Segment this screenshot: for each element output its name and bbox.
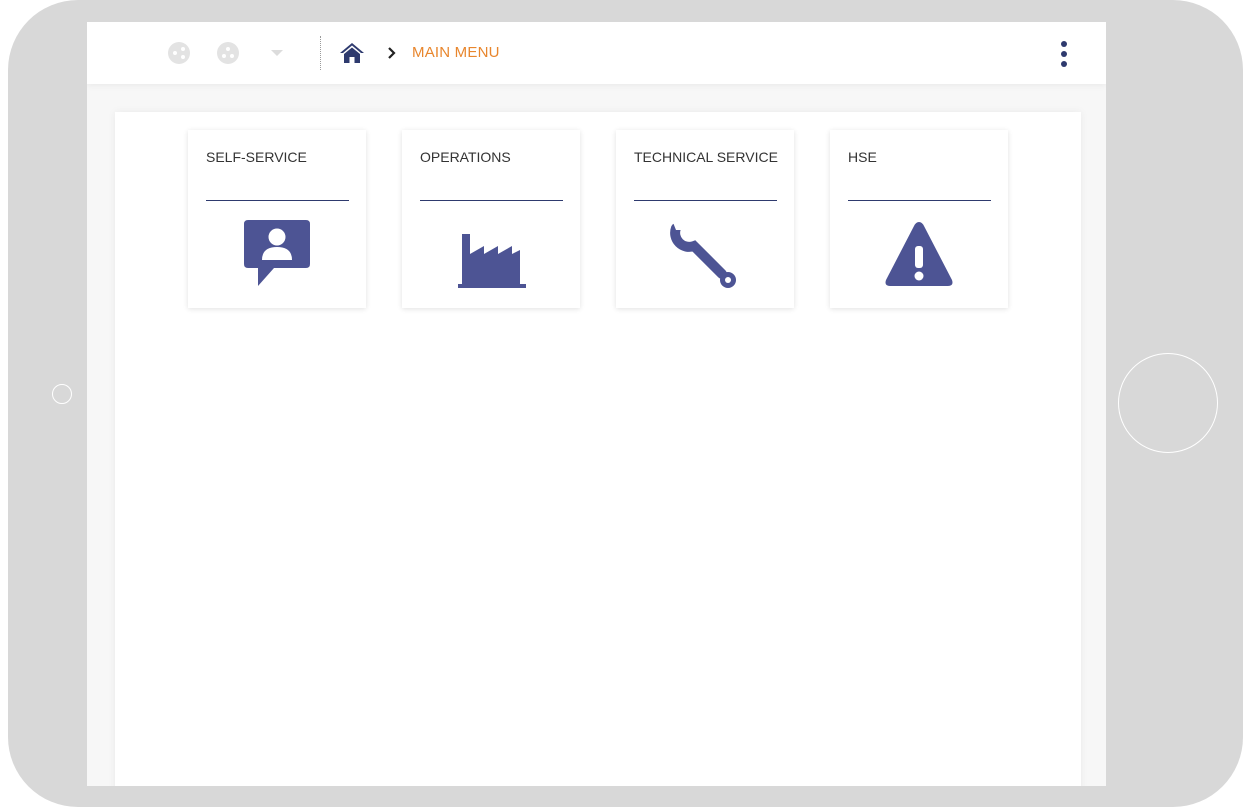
main-content: SELF-SERVICE OPERATIONS TECHNICAL SERVIC… <box>115 112 1081 786</box>
home-icon[interactable] <box>340 42 364 64</box>
divider <box>848 200 991 201</box>
tile-title: TECHNICAL SERVICE <box>634 149 778 165</box>
tile-operations[interactable]: OPERATIONS <box>402 130 580 308</box>
app-screen: MAIN MENU SELF-SERVICE OPERATIONS TECHNI… <box>87 22 1106 786</box>
tile-technical-service[interactable]: TECHNICAL SERVICE <box>616 130 794 308</box>
chevron-right-icon <box>388 47 396 59</box>
side-button <box>52 384 72 404</box>
tile-hse[interactable]: HSE <box>830 130 1008 308</box>
wrench-icon <box>670 220 736 288</box>
caret-down-icon[interactable] <box>271 50 283 56</box>
settings-icon[interactable] <box>217 42 239 64</box>
tile-self-service[interactable]: SELF-SERVICE <box>188 130 366 308</box>
home-button[interactable] <box>1118 353 1218 453</box>
factory-icon <box>458 234 526 288</box>
kebab-menu-icon[interactable] <box>1057 40 1071 68</box>
warning-icon <box>885 222 953 286</box>
divider <box>634 200 777 201</box>
tile-title: OPERATIONS <box>420 149 511 165</box>
breadcrumb-current[interactable]: MAIN MENU <box>412 44 500 61</box>
tablet-frame: MAIN MENU SELF-SERVICE OPERATIONS TECHNI… <box>8 0 1243 807</box>
divider <box>206 200 349 201</box>
top-bar: MAIN MENU <box>87 22 1106 84</box>
divider <box>420 200 563 201</box>
tile-title: HSE <box>848 149 877 165</box>
tile-title: SELF-SERVICE <box>206 149 307 165</box>
share-icon[interactable] <box>168 42 190 64</box>
person-chat-icon <box>244 220 310 286</box>
divider <box>320 36 321 70</box>
